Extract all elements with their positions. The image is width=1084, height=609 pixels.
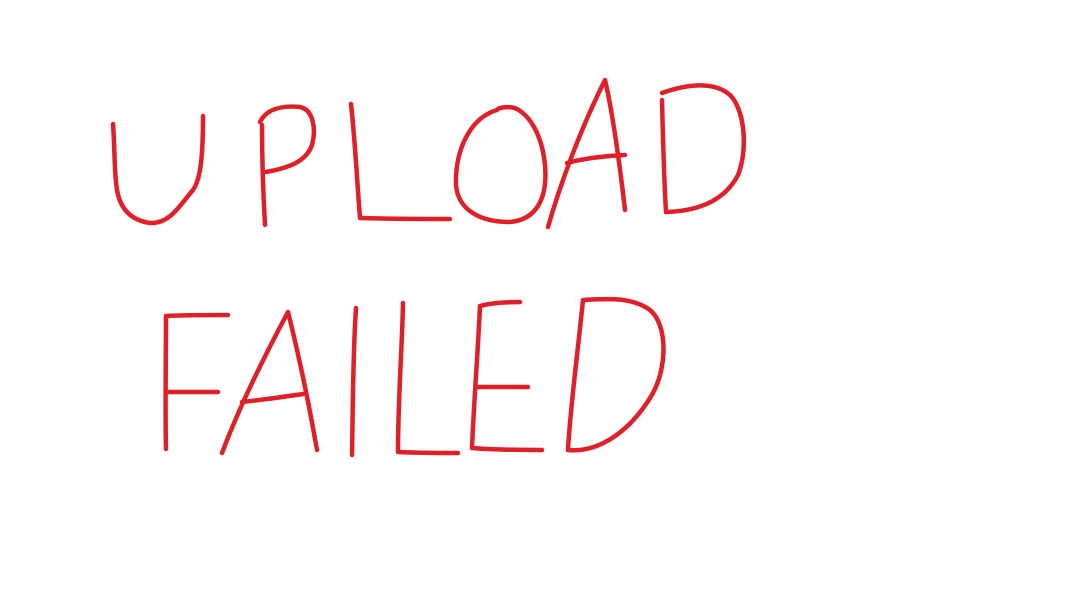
letter-p xyxy=(257,104,317,228)
letter-i xyxy=(349,305,359,458)
letter-o xyxy=(453,104,548,225)
letter-a-2 xyxy=(219,309,320,456)
word-failed xyxy=(163,296,666,458)
letter-d xyxy=(659,83,747,215)
letter-l-2 xyxy=(395,300,461,456)
letter-d-2 xyxy=(565,296,666,453)
letter-u xyxy=(110,113,206,226)
letter-a xyxy=(545,77,628,230)
word-upload xyxy=(110,77,747,230)
letter-l xyxy=(348,101,453,222)
letter-e xyxy=(469,299,545,453)
letter-f xyxy=(163,312,231,452)
handwritten-message xyxy=(110,77,747,458)
drawing-canvas: UPLOAD FAILED xyxy=(0,0,1084,609)
